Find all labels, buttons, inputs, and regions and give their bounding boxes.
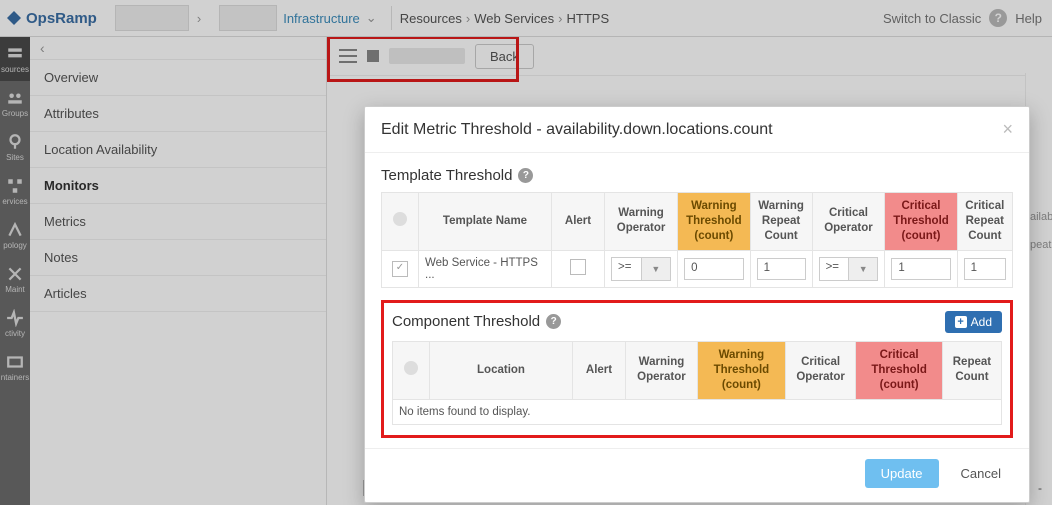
crit-op-select[interactable]: >=▼ [819,257,879,281]
crit-repeat-input[interactable]: 1 [964,258,1006,280]
info-icon[interactable] [404,361,418,375]
warn-threshold-input[interactable]: 0 [684,258,744,280]
edit-threshold-modal: Edit Metric Threshold - availability.dow… [364,106,1030,503]
close-icon[interactable]: × [1002,119,1013,140]
empty-message: No items found to display. [393,399,1002,424]
modal-title: Edit Metric Threshold - availability.dow… [381,121,773,139]
warn-repeat-input[interactable]: 1 [757,258,806,280]
help-icon[interactable]: ? [546,314,561,329]
chevron-down-icon: ▼ [641,258,671,280]
add-button[interactable]: +Add [945,311,1002,333]
update-button[interactable]: Update [865,459,939,488]
component-threshold-section: Component Threshold? +Add Location Alert… [381,300,1013,438]
chevron-down-icon: ▼ [848,258,877,280]
row-checkbox[interactable] [392,261,408,277]
crit-threshold-input[interactable]: 1 [891,258,950,280]
info-icon[interactable] [393,212,407,226]
table-row: Web Service - HTTPS ... >=▼ 0 1 >=▼ 1 1 [382,250,1013,287]
template-name-cell: Web Service - HTTPS ... [419,250,552,287]
template-threshold-title: Template Threshold? [381,167,1013,184]
warn-op-select[interactable]: >=▼ [611,257,671,281]
cancel-button[interactable]: Cancel [949,459,1013,488]
plus-icon: + [955,316,967,328]
alert-checkbox[interactable] [570,259,586,275]
help-icon[interactable]: ? [518,168,533,183]
template-threshold-table: Template Name Alert Warning Operator War… [381,192,1013,288]
component-threshold-table: Location Alert Warning Operator Warning … [392,341,1002,425]
